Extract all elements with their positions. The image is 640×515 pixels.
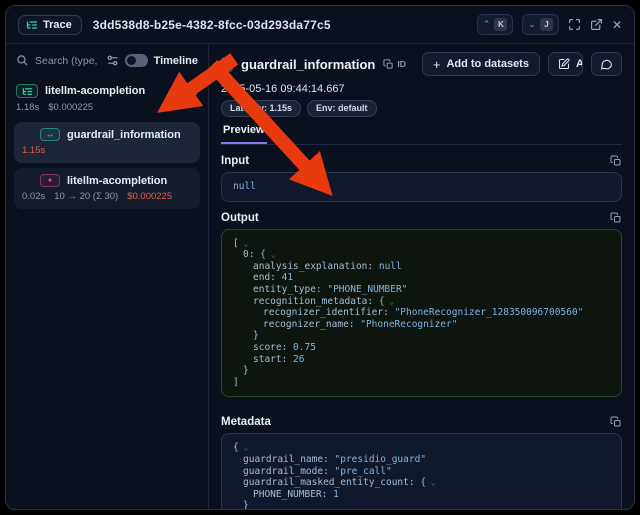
prev-observation-button[interactable]: ⌃ K xyxy=(477,14,514,35)
code-line: recognizer_name: "PhoneRecognizer" xyxy=(233,319,610,331)
plus-icon: + xyxy=(433,58,441,71)
close-icon[interactable]: ✕ xyxy=(612,18,622,32)
observation-tree: litellm-acompletion 1.18s $0.000225 xyxy=(14,81,200,209)
add-to-datasets-button[interactable]: + Add to datasets xyxy=(422,52,540,76)
copy-metadata-button[interactable] xyxy=(610,416,622,428)
trace-peek-window: Trace 3dd538d8-b25e-4382-8fcc-03d293da77… xyxy=(5,5,635,510)
timeline-toggle[interactable] xyxy=(125,54,148,67)
chevron-up-icon: ⌃ xyxy=(483,20,491,29)
observation-tokens: 10 → 20 (Σ 30) xyxy=(54,191,118,202)
trace-type-badge[interactable]: Trace xyxy=(18,15,82,35)
collapse-all-icon[interactable] xyxy=(171,86,181,96)
list-tree-icon xyxy=(26,19,38,31)
copy-id-button[interactable]: ID xyxy=(383,59,406,70)
latency-badge: Latency: 1.15s xyxy=(221,100,301,117)
topbar: Trace 3dd538d8-b25e-4382-8fcc-03d293da77… xyxy=(6,6,634,44)
code-line: null xyxy=(233,181,610,193)
env-badge: Env: default xyxy=(307,100,377,117)
comment-bubble-icon xyxy=(600,58,613,71)
code-line: { ⌄ xyxy=(233,442,610,454)
code-line: [ ⌄ xyxy=(233,238,610,250)
comment-button[interactable] xyxy=(591,52,622,76)
filter-icon[interactable] xyxy=(106,54,119,67)
timeline-label: Timeline xyxy=(154,55,198,67)
root-latency: 1.18s xyxy=(16,102,39,113)
observation-detail-panel: ↔ guardrail_information ID + Add to data… xyxy=(209,44,634,509)
output-section-label: Output xyxy=(221,212,259,224)
tree-item-label: guardrail_information xyxy=(67,129,181,141)
tab-bar: Preview xyxy=(221,124,622,145)
code-line: start: 26 xyxy=(233,354,610,366)
copy-icon xyxy=(610,416,622,428)
code-line: entity_type: "PHONE_NUMBER" xyxy=(233,284,610,296)
output-json: [ ⌄0: { ⌄analysis_explanation: nullend: … xyxy=(221,229,622,398)
copy-icon xyxy=(610,155,622,167)
input-section-label: Input xyxy=(221,155,249,167)
code-line: } xyxy=(233,330,610,342)
span-icon: ↔ xyxy=(40,128,60,141)
trace-badge-label: Trace xyxy=(43,19,72,31)
copy-icon xyxy=(610,212,622,224)
annotate-button[interactable]: Annotate xyxy=(549,53,583,75)
tree-item-root-trace[interactable]: litellm-acompletion 1.18s $0.000225 xyxy=(14,81,200,117)
code-line: 0: { ⌄ xyxy=(233,249,610,261)
chevron-down-icon: ⌄ xyxy=(528,20,536,29)
tree-item-label: litellm-acompletion xyxy=(45,85,145,97)
observation-latency: 0.02s xyxy=(22,191,45,202)
copy-output-button[interactable] xyxy=(610,212,622,224)
code-line: recognizer_identifier: "PhoneRecognizer_… xyxy=(233,307,610,319)
code-line: score: 0.75 xyxy=(233,342,610,354)
code-line: PHONE_NUMBER: 1 xyxy=(233,489,610,501)
timestamp: 2025-05-16 09:44:14.667 xyxy=(221,83,622,95)
next-observation-button[interactable]: ⌄ J xyxy=(522,14,559,35)
code-line: guardrail_mode: "pre_call" xyxy=(233,466,610,478)
code-line: ] xyxy=(233,377,610,389)
observation-cost: $0.000225 xyxy=(127,191,172,202)
search-icon xyxy=(16,54,29,67)
tree-item-litellm-acompletion[interactable]: ✦ litellm-acompletion 0.02s 10 → 20 (Σ 3… xyxy=(14,168,200,209)
code-line: recognition_metadata: { ⌄ xyxy=(233,296,610,308)
pen-square-icon xyxy=(558,58,570,70)
id-label: ID xyxy=(397,59,406,69)
external-link-icon[interactable] xyxy=(590,18,603,31)
code-line: guardrail_masked_entity_count: { ⌄ xyxy=(233,477,610,489)
span-icon: ↔ xyxy=(221,57,233,72)
copy-icon xyxy=(383,59,394,70)
keycap-j: J xyxy=(540,18,553,31)
trace-icon xyxy=(16,84,38,98)
tab-preview[interactable]: Preview xyxy=(221,124,267,144)
copy-input-button[interactable] xyxy=(610,155,622,167)
observation-latency: 1.15s xyxy=(22,145,45,156)
page-title: guardrail_information xyxy=(241,57,375,72)
trace-tree-sidebar: Timeline litellm-acompletion xyxy=(6,44,209,509)
input-value-box: null xyxy=(221,172,622,202)
code-line: } xyxy=(233,500,610,510)
search-row: Timeline xyxy=(14,52,200,69)
search-input[interactable] xyxy=(35,55,100,67)
code-line: } xyxy=(233,365,610,377)
trace-id: 3dd538d8-b25e-4382-8fcc-03d293da77c5 xyxy=(93,18,331,32)
root-cost: $0.000225 xyxy=(48,102,93,113)
code-line: end: 41 xyxy=(233,272,610,284)
code-line: guardrail_name: "presidio_guard" xyxy=(233,454,610,466)
tree-item-label: litellm-acompletion xyxy=(67,175,167,187)
metadata-json: { ⌄guardrail_name: "presidio_guard"guard… xyxy=(221,433,622,510)
metadata-section-label: Metadata xyxy=(221,416,271,428)
toggle-knob xyxy=(127,56,136,65)
expand-icon[interactable] xyxy=(568,18,581,31)
topbar-actions: ⌃ K ⌄ J ✕ xyxy=(477,14,622,35)
generation-icon: ✦ xyxy=(40,174,60,187)
annotate-button-group: Annotate ⌄ xyxy=(548,52,583,76)
tree-item-guardrail-information[interactable]: ↔ guardrail_information 1.15s xyxy=(14,122,200,163)
keycap-k: K xyxy=(494,18,507,31)
code-line: analysis_explanation: null xyxy=(233,261,610,273)
expand-all-icon[interactable] xyxy=(188,86,198,96)
